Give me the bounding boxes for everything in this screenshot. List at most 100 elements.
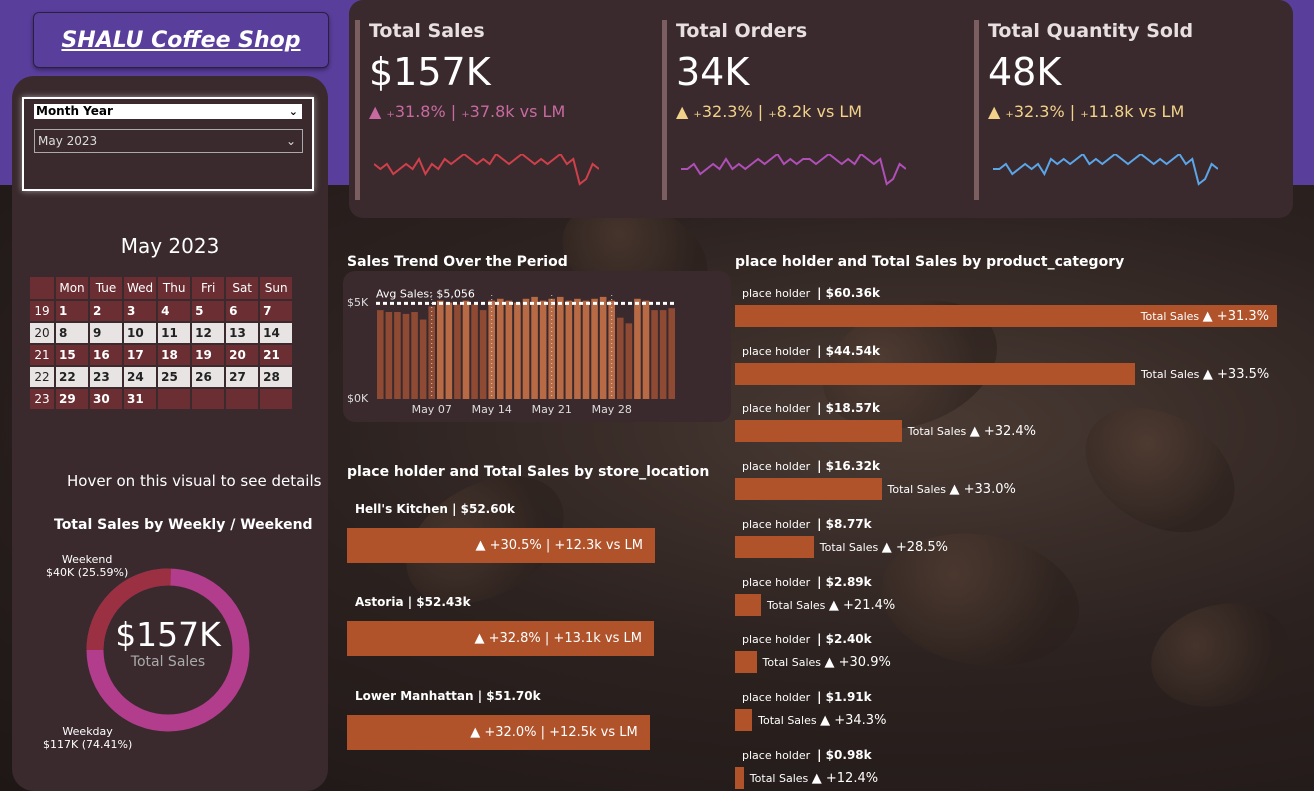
- trend-bar[interactable]: [634, 298, 641, 399]
- slicer-selected-value: May 2023: [38, 134, 98, 148]
- trend-bar[interactable]: [531, 296, 538, 399]
- trend-bar[interactable]: [394, 312, 401, 399]
- trend-bar[interactable]: [419, 319, 427, 399]
- calendar-empty-cell: [192, 389, 225, 409]
- trend-bar[interactable]: [437, 300, 444, 399]
- trend-bar[interactable]: [625, 323, 633, 399]
- trend-bar[interactable]: [497, 298, 504, 399]
- trend-bar[interactable]: [505, 300, 513, 399]
- calendar-day-cell[interactable]: 29: [56, 389, 88, 409]
- store-bar[interactable]: ▲ +32.0% | +12.5k vs LM: [347, 715, 650, 750]
- calendar-heatmap[interactable]: Mon Tue Wed Thu Fri Sat Sun 19 1 2 3 4 5 6 7 20 8 9 10 11 12…: [28, 275, 294, 411]
- kpi-sparkline[interactable]: [993, 154, 1218, 188]
- calendar-day-cell[interactable]: 25: [158, 367, 191, 387]
- store-bar[interactable]: ▲ +32.8% | +13.1k vs LM: [347, 621, 654, 656]
- title-button[interactable]: SHALU Coffee Shop: [33, 12, 329, 68]
- product-bar[interactable]: [735, 651, 757, 674]
- store-bar[interactable]: ▲ +30.5% | +12.3k vs LM: [347, 528, 655, 563]
- trend-bar[interactable]: [445, 302, 453, 399]
- calendar-day-cell[interactable]: 9: [90, 323, 122, 343]
- calendar-day-cell[interactable]: 31: [124, 389, 157, 409]
- store-change: ▲ +32.8% | +13.1k vs LM: [474, 631, 642, 646]
- trend-bar[interactable]: [454, 304, 461, 399]
- kpi-card: Total Sales $157K ▲ ₊31.8% | ₊37.8k vs L…: [355, 20, 659, 200]
- product-label: place holder | $0.98k: [742, 747, 872, 762]
- trend-bar[interactable]: [377, 310, 384, 399]
- trend-bar[interactable]: [617, 317, 624, 399]
- trend-bar[interactable]: [642, 300, 650, 399]
- trend-bar[interactable]: [668, 308, 675, 399]
- calendar-day-cell[interactable]: 28: [260, 367, 293, 387]
- calendar-day-cell[interactable]: 10: [124, 323, 157, 343]
- trend-bar[interactable]: [428, 306, 435, 399]
- store-title: place holder and Total Sales by store_lo…: [347, 464, 710, 480]
- calendar-day-cell[interactable]: 24: [124, 367, 157, 387]
- trend-bar[interactable]: [651, 310, 658, 399]
- product-bar[interactable]: [735, 362, 1135, 385]
- month-year-dropdown[interactable]: May 2023 ⌄: [34, 129, 303, 153]
- product-bar[interactable]: [735, 478, 882, 501]
- calendar-day-cell[interactable]: 2: [90, 301, 122, 321]
- donut-center-label: Total Sales: [130, 654, 206, 670]
- calendar-day-cell[interactable]: 13: [226, 323, 259, 343]
- calendar-day-cell[interactable]: 12: [192, 323, 225, 343]
- kpi-sparkline[interactable]: [374, 154, 599, 188]
- product-change: Total Sales ▲ +32.4%: [907, 424, 1037, 440]
- trend-bar[interactable]: [565, 300, 573, 399]
- trend-bar[interactable]: [522, 298, 530, 399]
- trend-bar[interactable]: [514, 302, 521, 399]
- trend-bar[interactable]: [557, 296, 564, 399]
- calendar-day-cell[interactable]: 8: [56, 323, 88, 343]
- calendar-day-cell[interactable]: 4: [158, 301, 191, 321]
- calendar-day-cell[interactable]: 14: [260, 323, 293, 343]
- calendar-day-cell[interactable]: 6: [226, 301, 259, 321]
- product-bar[interactable]: [735, 593, 761, 616]
- calendar-day-cell[interactable]: 20: [226, 345, 259, 365]
- calendar-day-cell[interactable]: 30: [90, 389, 122, 409]
- trend-bar[interactable]: [411, 312, 418, 399]
- slicer-header-label: Month Year: [36, 104, 113, 118]
- calendar-day-cell[interactable]: 15: [56, 345, 88, 365]
- calendar-day-cell[interactable]: 19: [192, 345, 225, 365]
- calendar-day-cell[interactable]: 18: [158, 345, 191, 365]
- slicer-header: Month Year ⌄: [34, 104, 302, 119]
- hover-note: Hover on this visual to see details: [67, 472, 322, 490]
- product-bar[interactable]: [735, 535, 814, 558]
- trend-bar[interactable]: [385, 312, 393, 399]
- trend-bar[interactable]: [479, 310, 487, 399]
- calendar-day-cell[interactable]: 17: [124, 345, 157, 365]
- calendar-day-cell[interactable]: 7: [260, 301, 293, 321]
- calendar-day-cell[interactable]: 5: [192, 301, 225, 321]
- calendar-day-cell[interactable]: 1: [56, 301, 88, 321]
- kpi-sparkline[interactable]: [681, 154, 906, 188]
- trend-bar[interactable]: [539, 300, 547, 399]
- trend-bar[interactable]: [462, 300, 470, 399]
- trend-bar[interactable]: [599, 296, 607, 399]
- product-bar[interactable]: [735, 420, 902, 443]
- trend-bar[interactable]: [582, 300, 590, 399]
- product-change: Total Sales ▲ +21.4%: [766, 597, 896, 613]
- trend-bar[interactable]: [471, 304, 478, 399]
- sales-trend-chart[interactable]: $5K $0K Avg Sales: $5,056 May 07 May 14 May…: [343, 271, 731, 422]
- trend-bar[interactable]: [659, 310, 667, 399]
- product-bar[interactable]: [735, 766, 744, 789]
- product-change: Total Sales ▲ +12.4%: [749, 770, 879, 786]
- calendar-day-cell[interactable]: 21: [260, 345, 293, 365]
- calendar-day-cell[interactable]: 3: [124, 301, 157, 321]
- calendar-day-cell[interactable]: 22: [56, 367, 88, 387]
- calendar-day-cell[interactable]: 23: [90, 367, 122, 387]
- calendar-day-cell[interactable]: 11: [158, 323, 191, 343]
- trend-bar[interactable]: [402, 313, 410, 399]
- calendar-day-cell[interactable]: 26: [192, 367, 225, 387]
- trend-bar[interactable]: [591, 298, 598, 399]
- calendar-day-cell[interactable]: 27: [226, 367, 259, 387]
- kpi-value: 34K: [676, 50, 750, 94]
- calendar-week-number: 19: [30, 301, 54, 321]
- product-label: place holder | $1.91k: [742, 689, 872, 704]
- calendar-day-cell[interactable]: 16: [90, 345, 122, 365]
- chevron-down-icon[interactable]: ⌄: [289, 104, 298, 119]
- product-bar[interactable]: [735, 708, 753, 731]
- month-year-slicer[interactable]: Month Year ⌄ May 2023 ⌄: [22, 97, 314, 191]
- calendar-empty-cell: [260, 389, 293, 409]
- trend-bar[interactable]: [574, 298, 581, 399]
